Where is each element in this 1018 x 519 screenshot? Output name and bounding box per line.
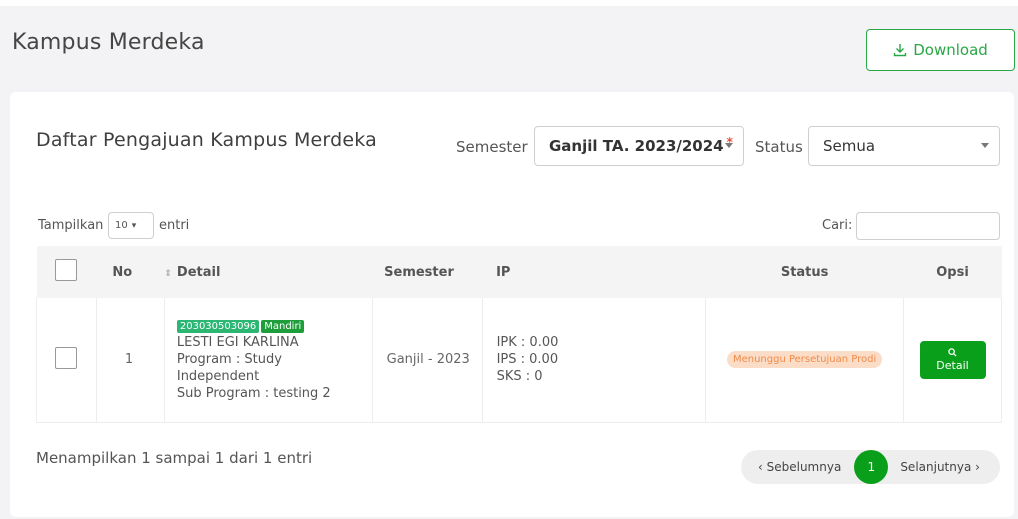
header-detail[interactable]: ⇕ Detail (164, 246, 372, 298)
entries-value: 10 (115, 220, 128, 231)
semester-label: Semester (456, 138, 528, 156)
row-semester: Ganjil - 2023 (371, 298, 483, 423)
main-card: Daftar Pengajuan Kampus Merdeka Semester… (10, 92, 1014, 517)
type-badge: Mandiri (261, 319, 305, 333)
chevron-down-icon (981, 143, 989, 148)
search-input[interactable] (856, 212, 1000, 240)
header-ip: IP (496, 264, 511, 280)
chevron-down-icon (725, 143, 733, 148)
status-select[interactable]: Semua (808, 126, 1000, 166)
chevron-down-icon: ▾ (131, 220, 137, 231)
nim-badge: 203030503096 (176, 319, 260, 333)
select-all-checkbox[interactable] (55, 259, 78, 281)
status-value: Semua (823, 137, 876, 155)
header-opsi: Opsi (936, 264, 969, 280)
semester-value: Ganjil TA. 2023/2024 (549, 137, 724, 155)
row-ipk: IPK : 0.00 (496, 335, 559, 351)
detail-button[interactable]: Detail (919, 340, 986, 379)
table-info: Menampilkan 1 sampai 1 dari 1 entri (36, 449, 313, 467)
row-ips: IPS : 0.00 (496, 352, 559, 368)
search-icon (948, 348, 957, 360)
search-label: Cari: (822, 218, 853, 233)
show-entries-label: Tampilkan (38, 218, 104, 233)
header-no: No (112, 264, 133, 280)
next-page-button[interactable]: Selanjutnya › (900, 460, 980, 474)
pagination: ‹ Sebelumnya 1 Selanjutnya › (741, 450, 1000, 484)
header-semester: Semester (384, 264, 454, 280)
row-checkbox[interactable] (55, 346, 78, 369)
previous-page-button[interactable]: ‹ Sebelumnya (758, 460, 841, 474)
top-bar (0, 0, 1018, 6)
download-label: Download (913, 41, 988, 59)
entries-select[interactable]: 10 ▾ (108, 212, 154, 239)
page-title: Kampus Merdeka (12, 30, 205, 55)
entries-suffix: entri (159, 218, 190, 233)
sort-icon: ⇕ (164, 268, 172, 279)
row-no: 1 (95, 298, 165, 423)
table-row: 1 203030503096 Mandiri LESTI EGI KARLINA … (36, 298, 1002, 423)
sub-program: Sub Program : testing 2 (176, 385, 331, 401)
status-badge: Menunggu Persetujuan Prodi (726, 351, 883, 369)
current-page-button[interactable]: 1 (854, 450, 889, 484)
status-label: Status (755, 138, 803, 156)
download-icon (894, 44, 907, 57)
card-title: Daftar Pengajuan Kampus Merdeka (36, 129, 377, 151)
program-line1: Program : Study (176, 351, 282, 367)
download-button[interactable]: Download (866, 29, 1015, 71)
row-sks: SKS : 0 (496, 369, 543, 385)
table-header-row: No ⇕ Detail Semester IP Status Opsi (36, 246, 1002, 298)
submission-table: No ⇕ Detail Semester IP Status Opsi 1 203… (36, 246, 1002, 423)
header-status: Status (780, 264, 829, 280)
student-name: LESTI EGI KARLINA (176, 334, 299, 350)
semester-select[interactable]: Ganjil TA. 2023/2024 * (534, 126, 744, 166)
program-line2: Independent (176, 368, 260, 384)
detail-button-label: Detail (936, 358, 969, 372)
